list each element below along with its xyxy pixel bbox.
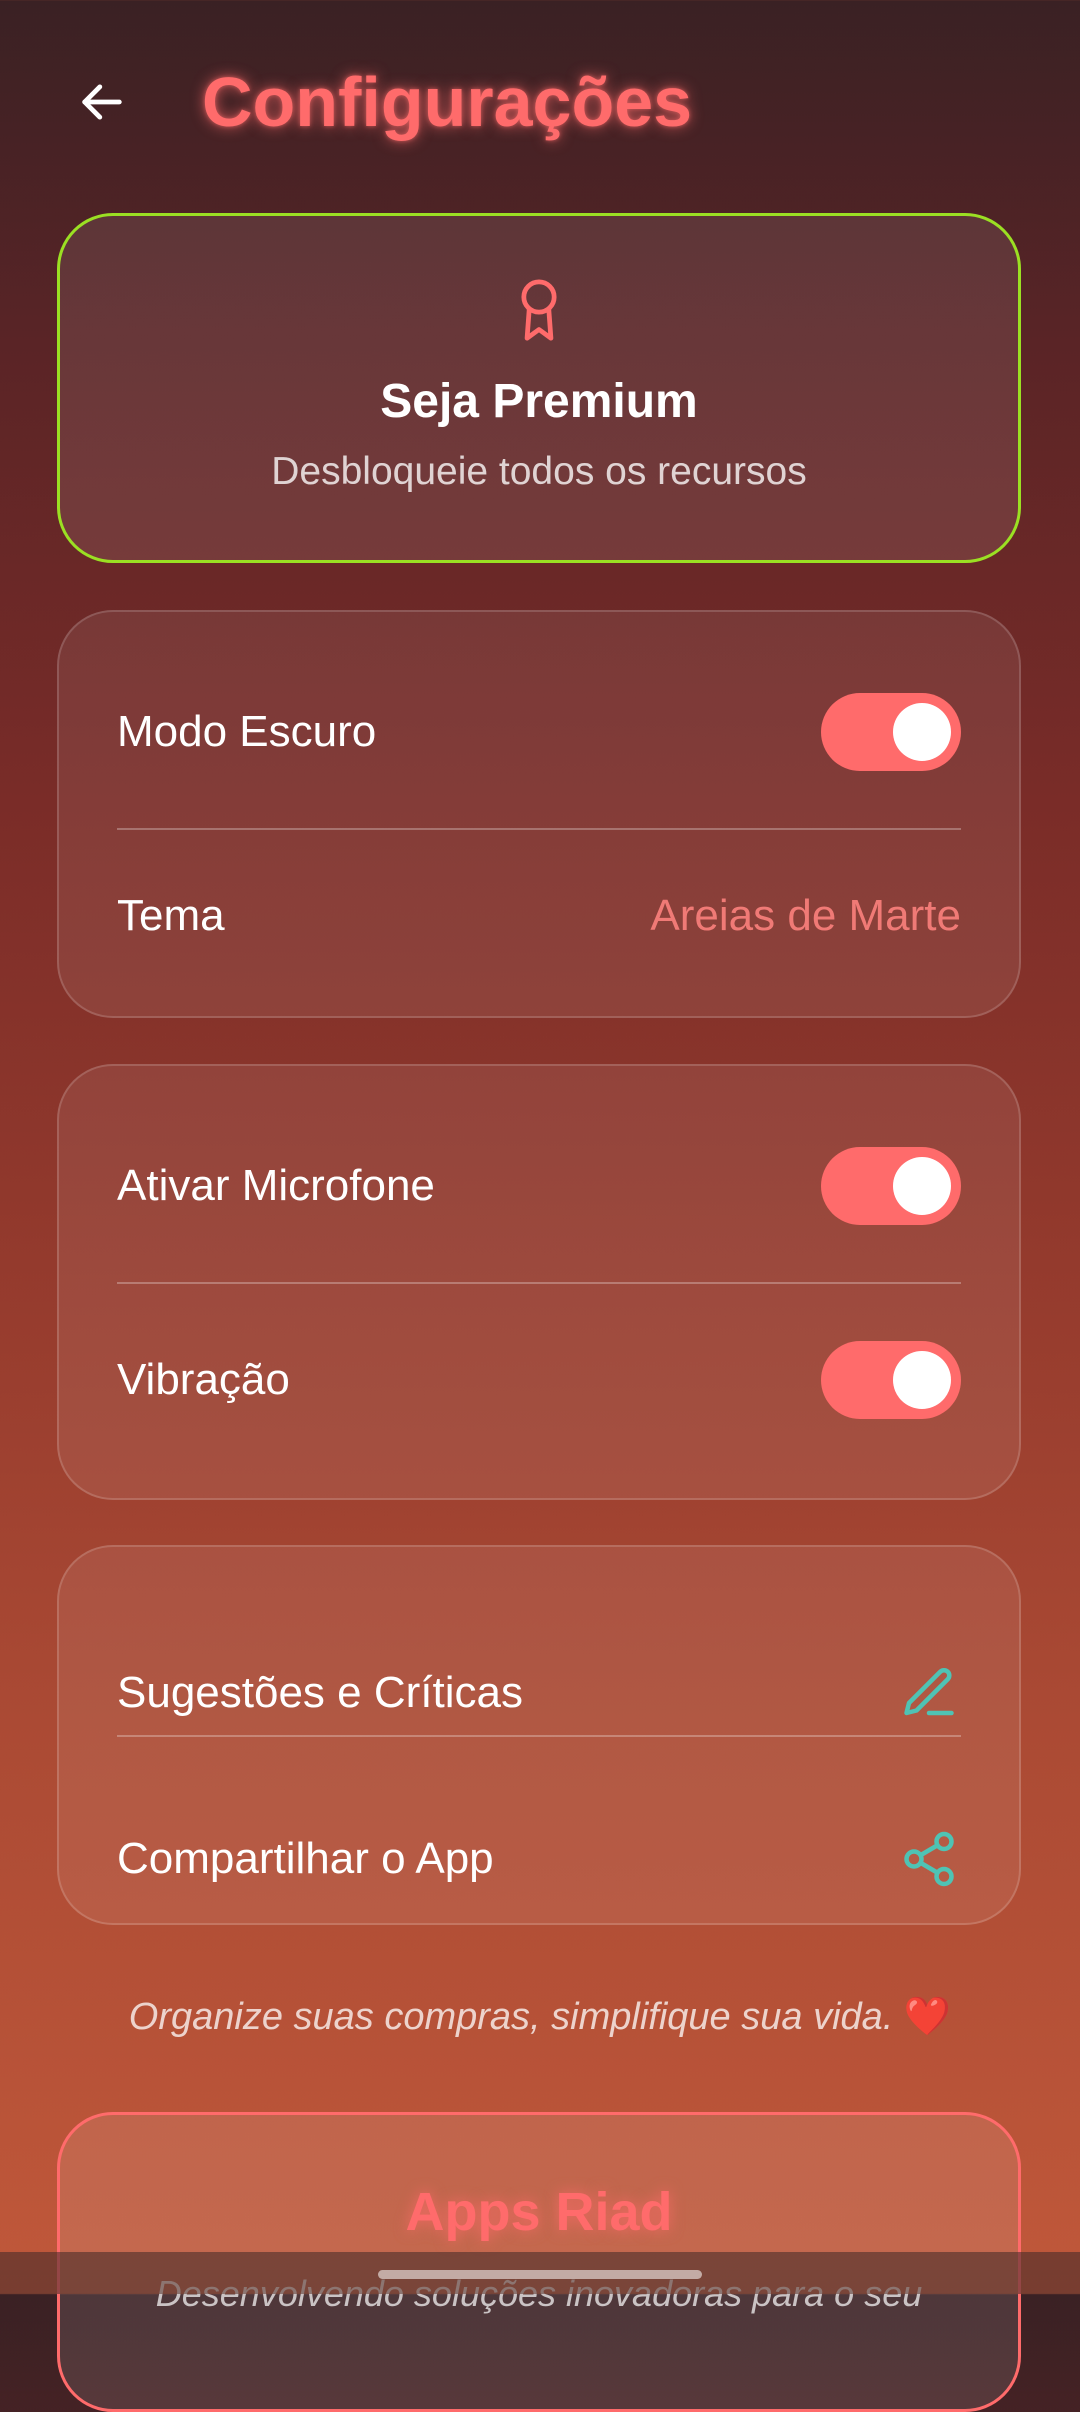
toggle-knob	[893, 1157, 951, 1215]
vibration-label: Vibração	[117, 1355, 290, 1404]
heart-emoji: ❤️	[903, 1996, 952, 2038]
divider	[117, 828, 961, 830]
divider	[117, 1735, 961, 1737]
theme-label: Tema	[117, 891, 225, 940]
vibration-toggle[interactable]	[821, 1341, 961, 1419]
share-button[interactable]	[897, 1827, 961, 1891]
vibration-row: Vibração	[117, 1340, 961, 1420]
microphone-row: Ativar Microfone	[117, 1146, 961, 1226]
award-icon	[521, 279, 557, 341]
tagline: Organize suas compras, simplifique sua v…	[0, 1995, 1080, 2039]
microphone-label: Ativar Microfone	[117, 1161, 435, 1210]
dark-mode-row: Modo Escuro	[117, 692, 961, 772]
header: Configurações	[0, 0, 1080, 210]
divider	[117, 1282, 961, 1284]
extras-card: Sugestões e Críticas Compartilhar o App	[57, 1545, 1021, 1925]
feedback-button[interactable]	[897, 1661, 961, 1725]
back-button[interactable]	[72, 72, 132, 132]
premium-title: Seja Premium	[380, 375, 698, 428]
arrow-left-icon	[82, 84, 122, 120]
apps-riad-title: Apps Riad	[405, 2182, 673, 2242]
appearance-card: Modo Escuro Tema Areias de Marte	[57, 610, 1021, 1018]
microphone-toggle[interactable]	[821, 1147, 961, 1225]
premium-card[interactable]: Seja Premium Desbloqueie todos os recurs…	[57, 213, 1021, 563]
toggle-knob	[893, 703, 951, 761]
gesture-handle[interactable]	[378, 2270, 702, 2279]
share-row[interactable]: Compartilhar o App	[117, 1819, 961, 1899]
tagline-text: Organize suas compras, simplifique sua v…	[128, 1996, 894, 2038]
premium-subtitle: Desbloqueie todos os recursos	[271, 450, 807, 493]
share-icon	[904, 1831, 954, 1887]
theme-row[interactable]: Tema Areias de Marte	[117, 876, 961, 956]
pencil-icon	[904, 1667, 954, 1716]
controls-card: Ativar Microfone Vibração	[57, 1064, 1021, 1500]
page-title: Configurações	[202, 63, 693, 141]
feedback-label: Sugestões e Críticas	[117, 1668, 523, 1717]
share-label: Compartilhar o App	[117, 1834, 494, 1883]
feedback-row[interactable]: Sugestões e Críticas	[117, 1653, 961, 1733]
dark-mode-toggle[interactable]	[821, 693, 961, 771]
theme-value[interactable]: Areias de Marte	[650, 891, 961, 941]
toggle-knob	[893, 1351, 951, 1409]
dark-mode-label: Modo Escuro	[117, 707, 377, 756]
